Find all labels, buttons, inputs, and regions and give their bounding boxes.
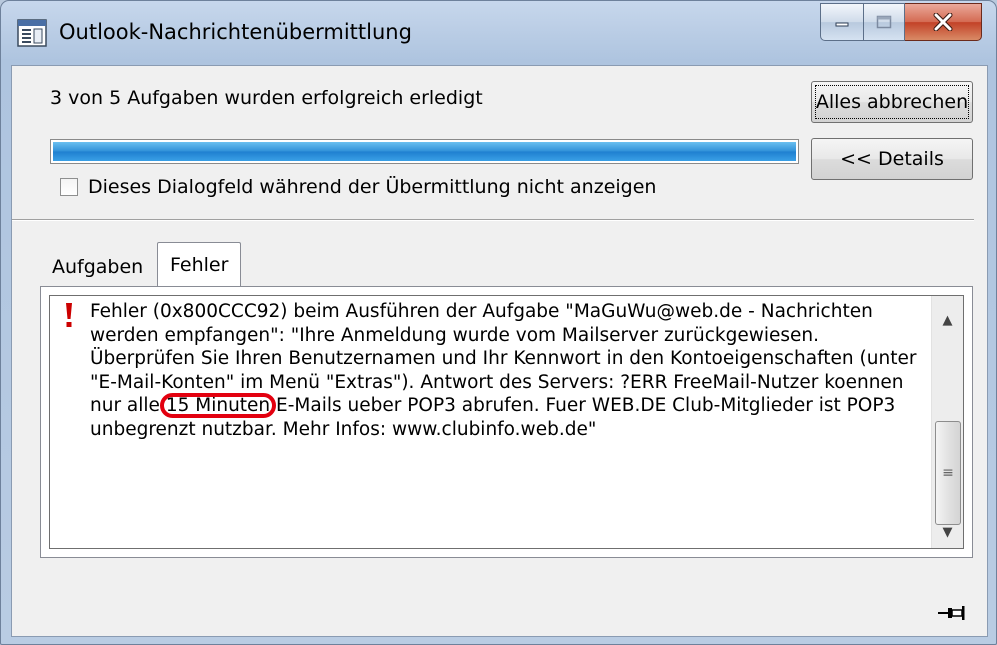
dialog-window: Outlook-Nachrichtenübermittlung 3 von 5 … — [0, 0, 997, 645]
hide-dialog-option[interactable]: Dieses Dialogfeld während der Übermittlu… — [60, 176, 656, 198]
scroll-up-arrow-icon[interactable]: ▲ — [932, 306, 963, 334]
maximize-icon — [876, 15, 892, 29]
error-exclamation-icon — [66, 303, 72, 327]
hide-dialog-checkbox[interactable] — [60, 178, 78, 196]
errors-tab-panel: Fehler (0x800CCC92) beim Ausführen der A… — [40, 286, 973, 558]
tab-tasks[interactable]: Aufgaben — [40, 250, 155, 284]
error-message-box[interactable]: Fehler (0x800CCC92) beim Ausführen der A… — [49, 295, 964, 549]
minimize-button[interactable] — [820, 3, 864, 41]
cancel-all-button[interactable]: Alles abbrechen — [811, 81, 973, 123]
window-title: Outlook-Nachrichtenübermittlung — [59, 20, 412, 44]
hide-dialog-label[interactable]: Dieses Dialogfeld während der Übermittlu… — [88, 176, 656, 198]
tab-errors[interactable]: Fehler — [157, 242, 242, 287]
separator-line — [12, 219, 974, 221]
title-bar[interactable]: Outlook-Nachrichtenübermittlung — [1, 1, 996, 65]
red-highlight-circle — [159, 393, 277, 419]
dialog-client-area: 3 von 5 Aufgaben wurden erfolgreich erle… — [11, 65, 988, 637]
progress-fill — [53, 142, 796, 161]
scroll-down-arrow-icon[interactable]: ▼ — [932, 518, 963, 546]
highlighted-interval: 15 Minuten — [159, 393, 277, 419]
close-button[interactable] — [905, 3, 982, 41]
scroll-thumb[interactable]: ≡ — [935, 421, 961, 525]
close-icon — [933, 13, 953, 31]
minimize-icon — [835, 22, 849, 27]
details-button[interactable]: << Details — [811, 138, 973, 180]
pin-icon[interactable] — [936, 603, 966, 623]
error-message: Fehler (0x800CCC92) beim Ausführen der A… — [90, 300, 922, 442]
caption-buttons — [820, 3, 982, 41]
vertical-scrollbar[interactable]: ▲ ≡ ▼ — [931, 296, 963, 548]
maximize-button[interactable] — [864, 3, 905, 41]
progress-bar — [50, 139, 799, 164]
status-text: 3 von 5 Aufgaben wurden erfolgreich erle… — [50, 87, 483, 109]
outlook-send-receive-icon — [17, 19, 47, 47]
